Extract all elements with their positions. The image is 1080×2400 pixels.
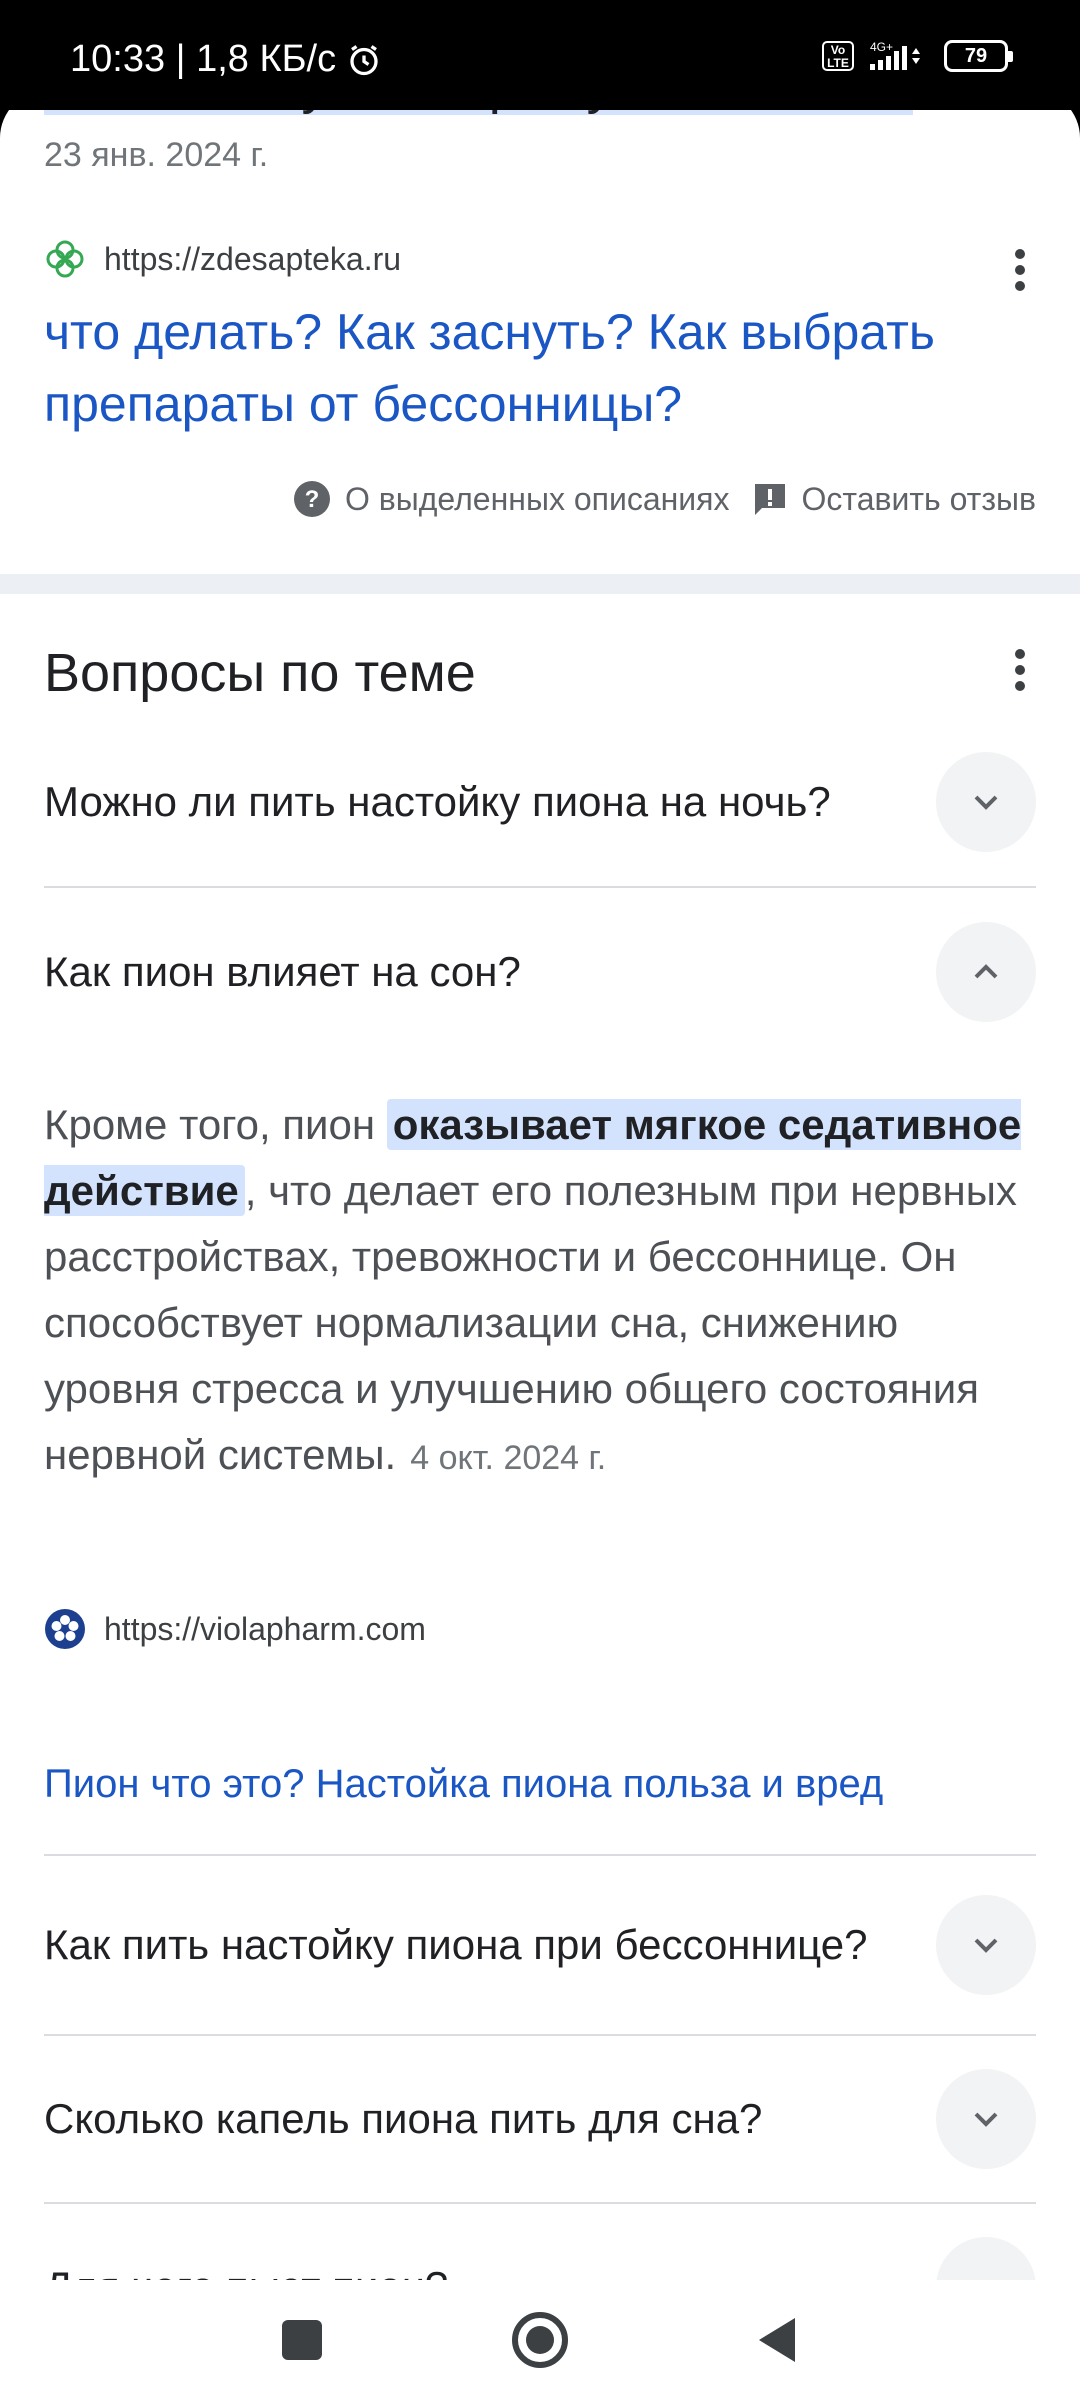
pharmacy-favicon-icon [46, 240, 84, 278]
leave-feedback-button[interactable]: Оставить отзыв [752, 480, 1037, 518]
chevron-down-icon [974, 795, 998, 810]
help-icon: ? [293, 481, 330, 517]
related-questions-title: Вопросы по теме [44, 643, 476, 703]
violapharm-favicon-icon [45, 1609, 85, 1649]
answer-date: 4 окт. 2024 г. [410, 1439, 607, 1477]
question-text: Как пить настойку пиона при бессоннице? [44, 1921, 868, 1968]
status-bar: 10:33 | 1,8 КБ/с Vo LTE 4G+ 79 [0, 0, 1080, 110]
recents-button[interactable] [272, 2310, 332, 2370]
chevron-up-icon [974, 964, 998, 979]
source-url[interactable]: https://violapharm.com [104, 1611, 426, 1648]
volte-icon: Vo LTE [822, 41, 854, 71]
home-button[interactable] [510, 2310, 570, 2370]
more-options-icon[interactable] [1000, 240, 1040, 300]
snippet-date: 23 янв. 2024 г. [44, 136, 269, 174]
question-item[interactable]: Можно ли пить настойку пиона на ночь? [44, 718, 1036, 888]
signal-icon: 4G+ [870, 40, 920, 70]
question-item[interactable]: Для чего пьют пион? [44, 2204, 1036, 2290]
alarm-icon [350, 44, 378, 75]
chevron-down-icon [974, 2112, 998, 2127]
system-navigation-bar [0, 2280, 1080, 2400]
related-questions-more-icon[interactable] [1000, 640, 1040, 700]
recents-icon [282, 2320, 322, 2360]
battery-indicator: 79 [944, 40, 1013, 72]
status-time-speed: 10:33 | 1,8 КБ/с [70, 38, 337, 80]
answer-source-link[interactable]: Пион что это? Настойка пиона польза и вр… [44, 1762, 883, 1807]
question-text: Сколько капель пиона пить для сна? [44, 2095, 763, 2142]
answer-text: Кроме того, пион оказывает мягкое седати… [44, 1092, 1044, 1491]
collapse-button[interactable] [936, 922, 1036, 1022]
question-text: Можно ли пить настойку пиона на ночь? [44, 778, 831, 825]
expand-button[interactable] [936, 2069, 1036, 2169]
answer-before: Кроме того, пион [44, 1101, 387, 1148]
about-featured-snippets-button[interactable]: ? О выделенных описаниях [293, 480, 730, 518]
back-button[interactable] [748, 2310, 808, 2370]
status-right: Vo LTE 4G+ 79 [822, 40, 1013, 72]
search-results-page: способствуют скорому засыпанию. 23 янв. … [0, 90, 1080, 2290]
snippet-feedback-row: ? О выделенных описаниях Оставить отзыв [293, 480, 1036, 518]
svg-text:?: ? [305, 486, 320, 513]
feedback-label: Оставить отзыв [801, 480, 1037, 517]
question-item[interactable]: Как пить настойку пиона при бессоннице? [44, 1856, 1036, 2036]
question-item[interactable]: Сколько капель пиона пить для сна? [44, 2036, 1036, 2204]
expand-button[interactable] [936, 752, 1036, 852]
question-item-expanded[interactable]: Как пион влияет на сон? [44, 888, 1036, 1056]
network-type: 4G+ [870, 40, 893, 54]
section-divider [0, 574, 1080, 594]
source-url[interactable]: https://zdesapteka.ru [104, 241, 401, 278]
expand-button[interactable] [936, 1895, 1036, 1995]
source-row-violapharm[interactable]: https://violapharm.com [44, 1608, 426, 1650]
chevron-down-icon [974, 1938, 998, 1953]
feedback-icon [754, 484, 785, 515]
status-left: 10:33 | 1,8 КБ/с [70, 38, 382, 81]
question-text: Как пион влияет на сон? [44, 948, 521, 995]
home-icon [512, 2312, 568, 2368]
result-title-link[interactable]: что делать? Как заснуть? Как выбрать пре… [44, 296, 1034, 440]
back-icon [759, 2318, 795, 2362]
about-label: О выделенных описаниях [344, 480, 730, 517]
source-row-zdesapteka[interactable]: https://zdesapteka.ru [44, 238, 401, 280]
